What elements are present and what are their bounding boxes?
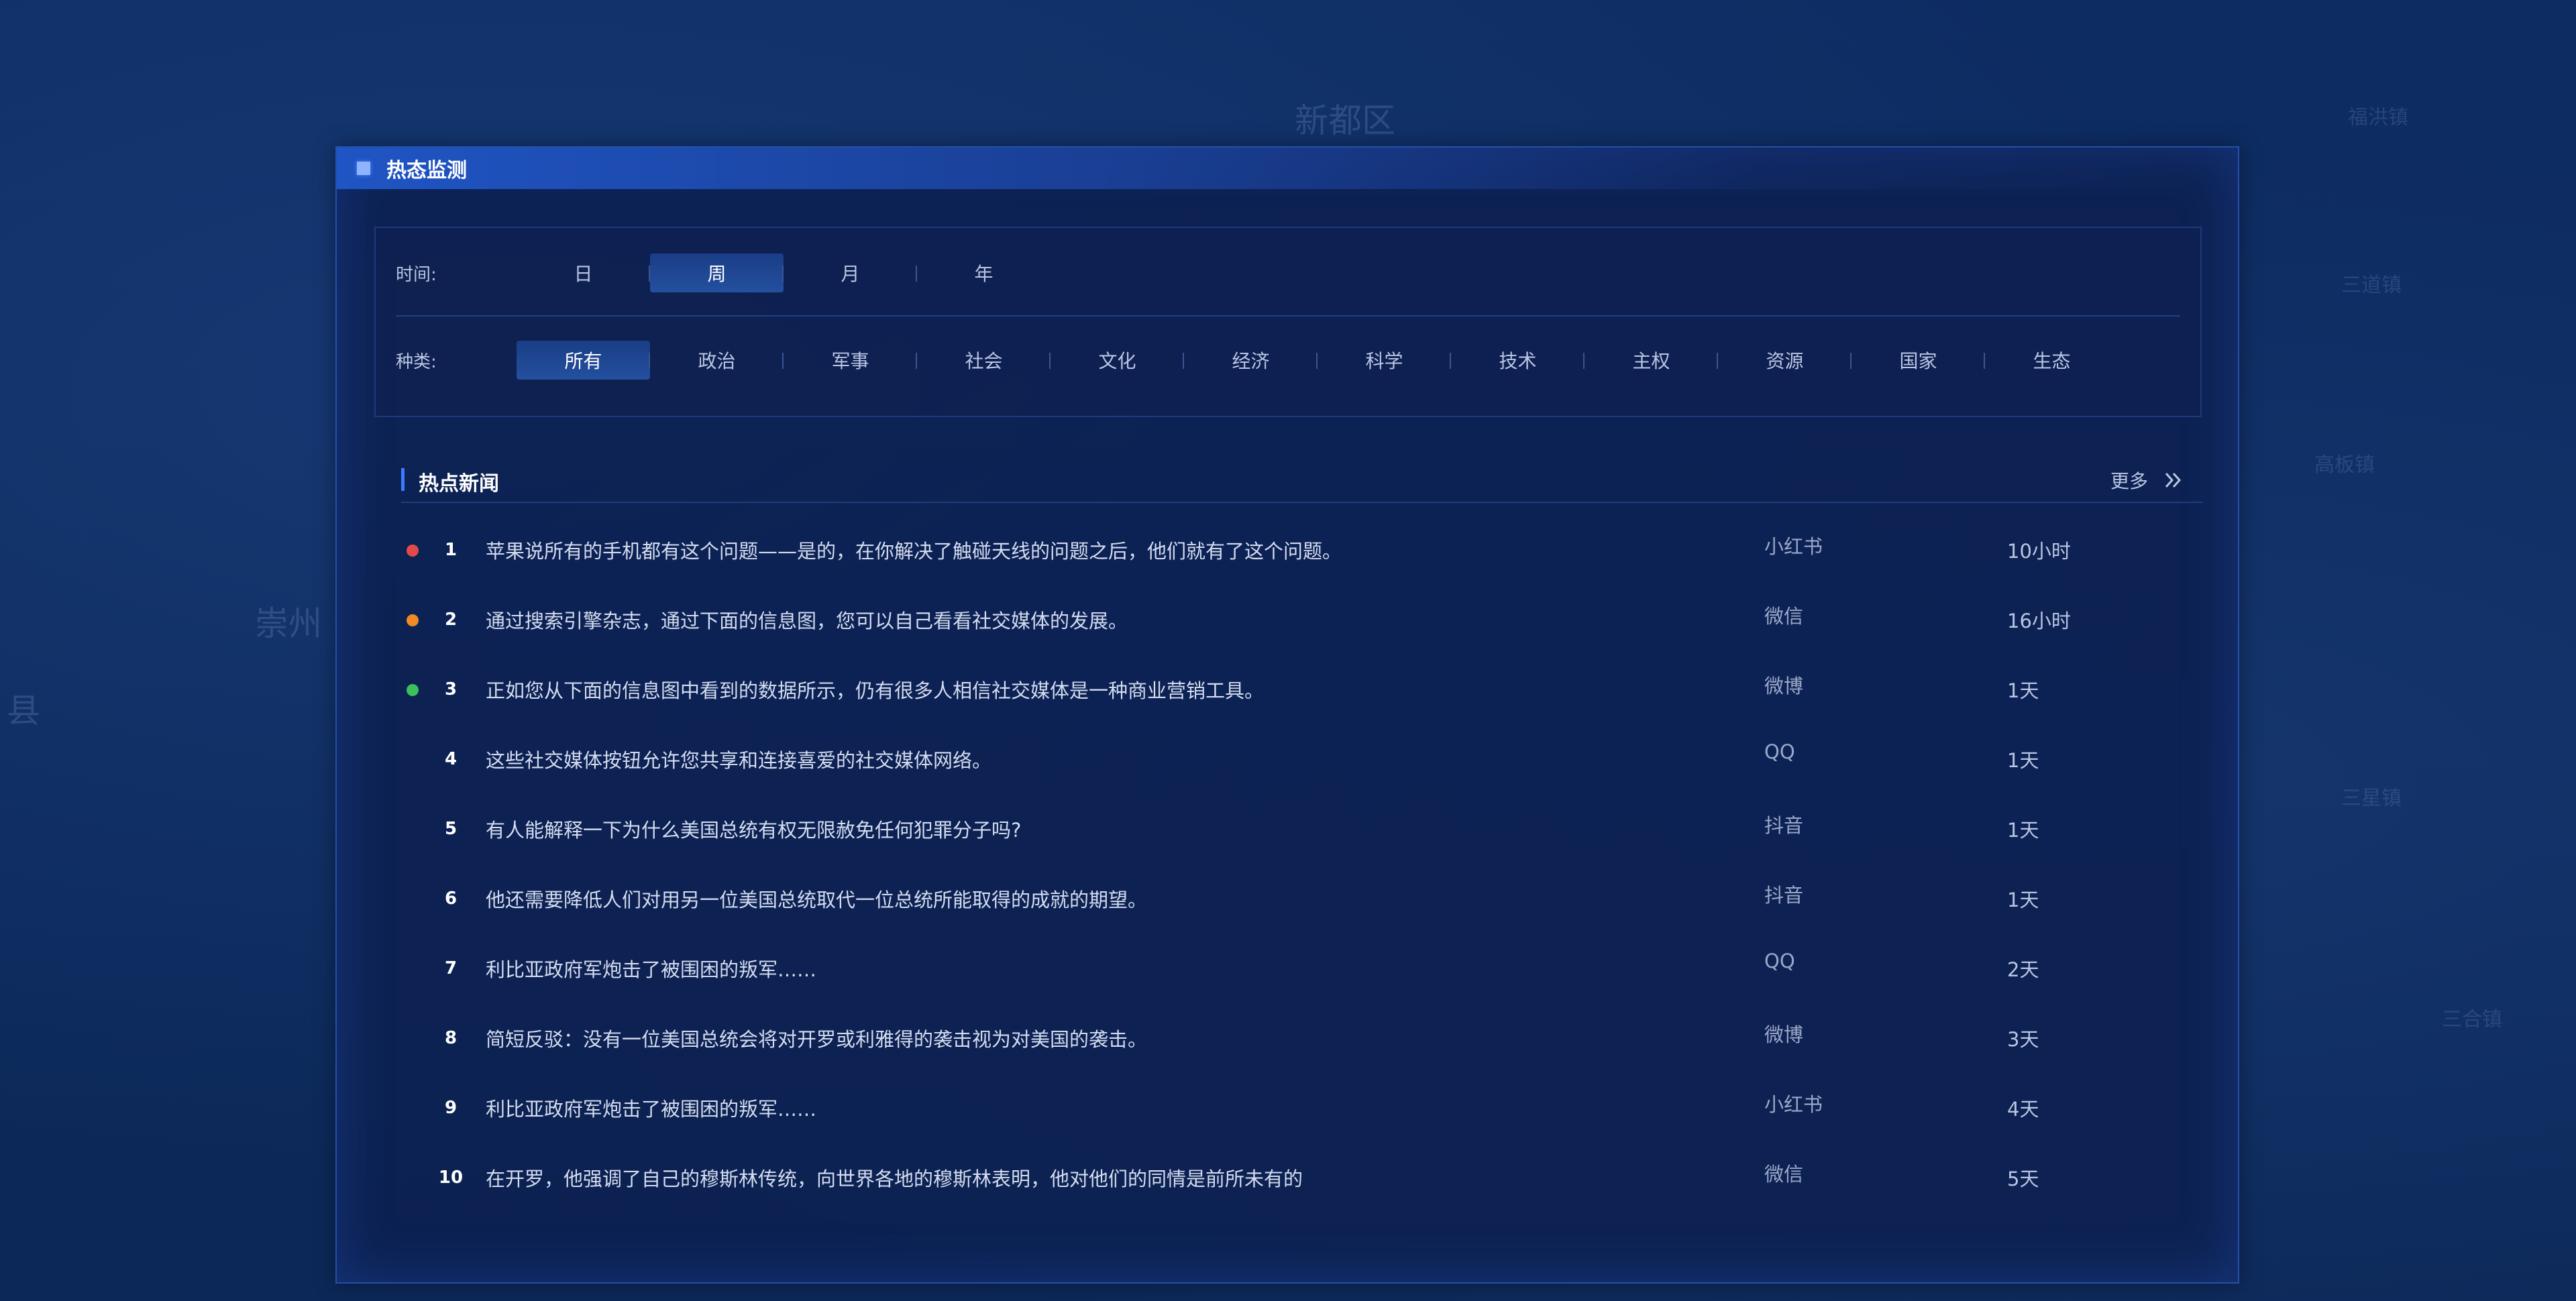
kind-option-society[interactable]: 社会	[917, 341, 1051, 380]
kind-filter-label: 种类:	[396, 351, 437, 372]
more-button[interactable]: 更多	[2110, 467, 2183, 494]
time-filter-row: 时间: 日 周 月 年	[396, 253, 2180, 292]
panel-title: 热态监测	[386, 159, 467, 182]
news-source: 抖音	[1764, 884, 1804, 907]
hot-news-list: 1 苹果说所有的手机都有这个问题——是的，在你解决了触碰天线的问题之后，他们就有…	[401, 515, 2203, 1212]
kind-option-resources[interactable]: 资源	[1718, 341, 1851, 380]
kind-option-technology[interactable]: 技术	[1451, 341, 1585, 380]
news-item[interactable]: 7 利比亚政府军炮击了被围困的叛军…… QQ 2天	[401, 934, 2203, 1003]
news-source: 微信	[1764, 1163, 1804, 1186]
kind-option-culture[interactable]: 文化	[1051, 341, 1184, 380]
time-option-month[interactable]: 月	[784, 253, 917, 292]
hot-news-header: 热点新闻 更多	[401, 461, 2203, 503]
kind-option-sovereignty[interactable]: 主权	[1585, 341, 1718, 380]
map-label: 三道镇	[2341, 274, 2402, 297]
kind-option-military[interactable]: 军事	[784, 341, 917, 380]
news-rank: 8	[444, 1028, 458, 1048]
news-item[interactable]: 1 苹果说所有的手机都有这个问题——是的，在你解决了触碰天线的问题之后，他们就有…	[401, 515, 2203, 585]
square-icon	[357, 162, 370, 175]
news-source: QQ	[1764, 950, 1795, 972]
news-time: 1天	[2007, 889, 2039, 911]
news-rank: 9	[444, 1098, 458, 1118]
news-item[interactable]: 8 简短反驳：没有一位美国总统会将对开罗或利雅得的袭击视为对美国的袭击。 微博 …	[401, 1003, 2203, 1073]
news-rank: 6	[444, 889, 458, 909]
news-time: 3天	[2007, 1028, 2039, 1051]
news-item[interactable]: 4 这些社交媒体按钮允许您共享和连接喜爱的社交媒体网络。 QQ 1天	[401, 724, 2203, 794]
rank-dot-red	[407, 545, 419, 557]
news-rank: 1	[444, 540, 458, 560]
map-label: 县	[7, 691, 40, 730]
news-source: 微博	[1764, 1023, 1804, 1046]
kind-option-science[interactable]: 科学	[1318, 341, 1451, 380]
rank-dot-green	[407, 684, 419, 696]
news-source: 小红书	[1764, 1093, 1823, 1116]
map-label: 三星镇	[2341, 787, 2402, 810]
news-text[interactable]: 这些社交媒体按钮允许您共享和连接喜爱的社交媒体网络。	[486, 745, 991, 773]
news-text[interactable]: 简短反驳：没有一位美国总统会将对开罗或利雅得的袭击视为对美国的袭击。	[486, 1024, 1147, 1052]
news-text[interactable]: 正如您从下面的信息图中看到的数据所示，仍有很多人相信社交媒体是一种商业营销工具。	[486, 675, 1264, 703]
news-text[interactable]: 他还需要降低人们对用另一位美国总统取代一位总统所能取得的成就的期望。	[486, 885, 1147, 913]
hot-news-title: 热点新闻	[419, 472, 499, 496]
kind-filter-row: 种类: 所有 政治 军事 社会 文化 经济 科学 技术 主权 资源 国家 生态	[396, 341, 2180, 380]
news-text[interactable]: 利比亚政府军炮击了被围困的叛军……	[486, 954, 816, 982]
time-option-year[interactable]: 年	[917, 253, 1051, 292]
news-item[interactable]: 5 有人能解释一下为什么美国总统有权无限赦免任何犯罪分子吗? 抖音 1天	[401, 794, 2203, 864]
news-text[interactable]: 利比亚政府军炮击了被围困的叛军……	[486, 1094, 816, 1122]
news-time: 1天	[2007, 749, 2039, 772]
kind-option-economy[interactable]: 经济	[1184, 341, 1318, 380]
news-time: 16小时	[2007, 610, 2071, 632]
news-item[interactable]: 10 在开罗，他强调了自己的穆斯林传统，向世界各地的穆斯林表明，他对他们的同情是…	[401, 1143, 2203, 1212]
news-time: 2天	[2007, 958, 2039, 981]
time-option-week[interactable]: 周	[650, 253, 784, 292]
map-label: 崇州	[255, 604, 322, 643]
kind-option-politics[interactable]: 政治	[650, 341, 784, 380]
news-time: 1天	[2007, 679, 2039, 702]
kind-option-all[interactable]: 所有	[517, 341, 650, 380]
map-label: 三合镇	[2442, 1008, 2502, 1031]
news-item[interactable]: 6 他还需要降低人们对用另一位美国总统取代一位总统所能取得的成就的期望。 抖音 …	[401, 864, 2203, 934]
more-label: 更多	[2110, 470, 2148, 492]
news-text[interactable]: 苹果说所有的手机都有这个问题——是的，在你解决了触碰天线的问题之后，他们就有了这…	[486, 536, 1342, 564]
map-label: 福洪镇	[2348, 106, 2408, 129]
double-chevron-right-icon	[2165, 472, 2182, 488]
news-item[interactable]: 9 利比亚政府军炮击了被围困的叛军…… 小红书 4天	[401, 1073, 2203, 1143]
map-label: 新都区	[1295, 101, 1395, 140]
map-label: 高板镇	[2314, 453, 2375, 477]
news-source: 微信	[1764, 605, 1804, 628]
news-rank: 4	[444, 749, 458, 769]
news-time: 5天	[2007, 1168, 2039, 1190]
time-option-day[interactable]: 日	[517, 253, 650, 292]
kind-option-nation[interactable]: 国家	[1851, 341, 1985, 380]
news-source: 小红书	[1764, 535, 1823, 558]
filter-divider	[396, 315, 2180, 317]
news-item[interactable]: 2 通过搜索引擎杂志，通过下面的信息图，您可以自己看看社交媒体的发展。 微信 1…	[401, 585, 2203, 655]
section-accent-bar	[401, 468, 405, 491]
kind-option-ecology[interactable]: 生态	[1985, 341, 2118, 380]
news-text[interactable]: 通过搜索引擎杂志，通过下面的信息图，您可以自己看看社交媒体的发展。	[486, 606, 1128, 634]
news-item[interactable]: 3 正如您从下面的信息图中看到的数据所示，仍有很多人相信社交媒体是一种商业营销工…	[401, 655, 2203, 724]
news-time: 10小时	[2007, 540, 2071, 563]
news-time: 1天	[2007, 819, 2039, 842]
hot-monitor-panel: 热态监测 时间: 日 周 月 年 种类: 所有 政治 军事 社会 文化 经济 科…	[335, 146, 2239, 1284]
time-filter-label: 时间:	[396, 264, 437, 285]
panel-header: 热态监测	[337, 148, 2238, 189]
news-rank: 5	[444, 819, 458, 839]
news-rank: 3	[444, 679, 458, 699]
news-text[interactable]: 在开罗，他强调了自己的穆斯林传统，向世界各地的穆斯林表明，他对他们的同情是前所未…	[486, 1164, 1303, 1192]
news-rank: 2	[444, 610, 458, 630]
news-rank: 10	[438, 1168, 464, 1188]
news-source: QQ	[1764, 740, 1795, 763]
news-rank: 7	[444, 958, 458, 978]
news-source: 抖音	[1764, 814, 1804, 837]
news-time: 4天	[2007, 1098, 2039, 1121]
news-source: 微博	[1764, 675, 1804, 697]
filter-box: 时间: 日 周 月 年 种类: 所有 政治 军事 社会 文化 经济 科学 技术 …	[374, 227, 2202, 417]
rank-dot-orange	[407, 614, 419, 626]
news-text[interactable]: 有人能解释一下为什么美国总统有权无限赦免任何犯罪分子吗?	[486, 815, 1021, 843]
